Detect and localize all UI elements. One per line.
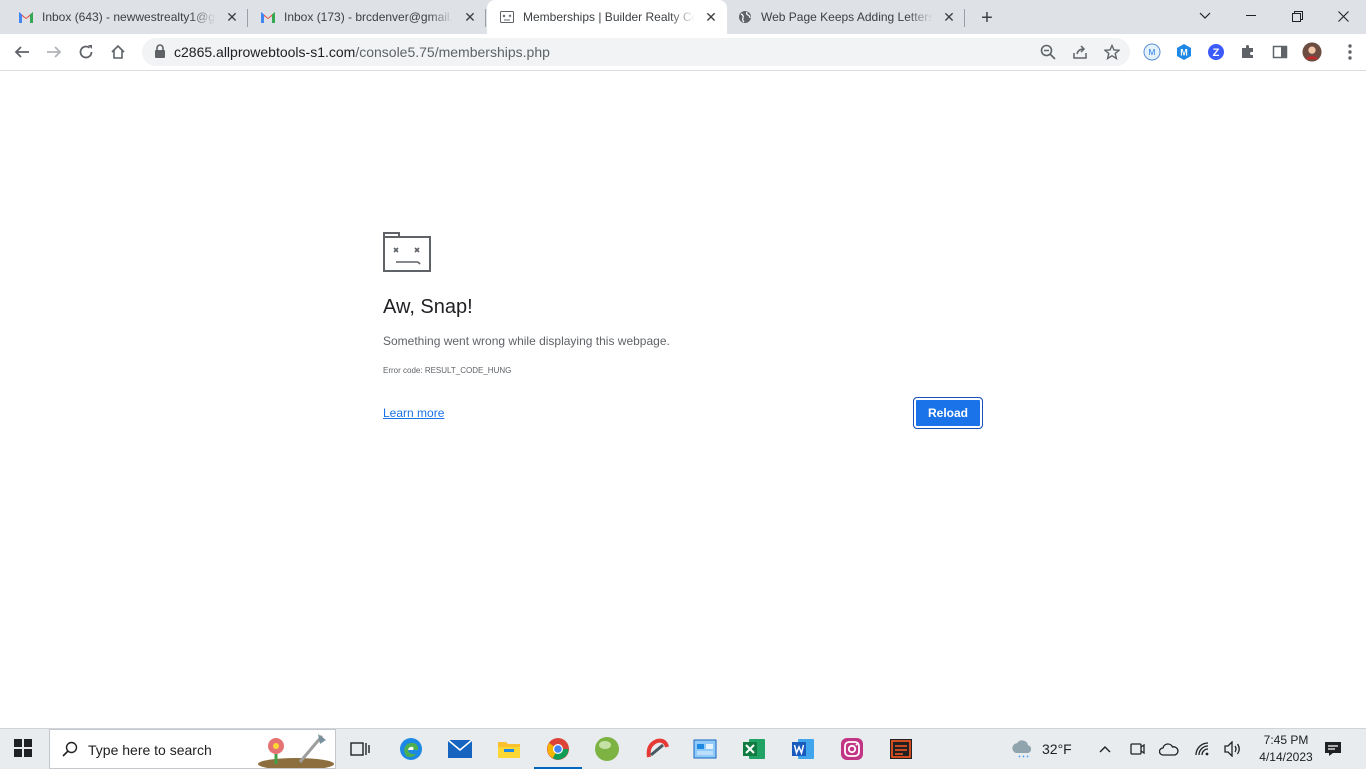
restore-button[interactable] xyxy=(1274,0,1320,32)
word-icon[interactable] xyxy=(788,734,818,764)
chevron-down-icon xyxy=(1199,12,1211,19)
tab-gmail-inbox-1[interactable]: Inbox (643) - newwestrealty1@gmail.com -… xyxy=(0,0,248,34)
address-bar[interactable]: c2865.allprowebtools-s1.com/console5.75/… xyxy=(142,38,1130,66)
tab-title: Web Page Keeps Adding Letters and Number… xyxy=(761,10,933,24)
taskbar-clock[interactable]: 7:45 PM 4/14/2023 xyxy=(1250,732,1322,766)
zoom-extension-icon[interactable]: Z xyxy=(1206,42,1226,62)
weather-temp: 32°F xyxy=(1042,741,1072,757)
url-host: c2865.allprowebtools-s1.com xyxy=(174,44,356,60)
error-code-value: RESULT_CODE_HUNG xyxy=(424,366,512,375)
meet-now-icon[interactable] xyxy=(1122,734,1152,764)
reload-page-button[interactable]: Reload xyxy=(913,397,983,429)
clock-time: 7:45 PM xyxy=(1263,733,1309,747)
tab-title: Inbox (643) - newwestrealty1@gmail.com -… xyxy=(42,10,216,24)
clock-date: 4/14/2023 xyxy=(1259,750,1313,764)
speaker-icon[interactable] xyxy=(1218,734,1248,764)
error-code-label: Error code: xyxy=(383,366,423,375)
close-icon[interactable]: ✕ xyxy=(941,9,957,25)
lock-icon[interactable] xyxy=(154,44,166,64)
globe-icon xyxy=(737,9,753,25)
task-view-icon[interactable] xyxy=(345,734,375,764)
control-panel-icon[interactable] xyxy=(690,734,720,764)
home-icon xyxy=(111,44,125,59)
restore-icon xyxy=(1291,10,1303,22)
error-code: Error code: RESULT_CODE_HUNG xyxy=(383,366,511,375)
close-icon xyxy=(1337,10,1349,22)
close-window-button[interactable] xyxy=(1320,0,1366,32)
sad-tab-icon xyxy=(499,9,515,25)
menu-icon[interactable] xyxy=(1340,42,1360,62)
excel-icon[interactable] xyxy=(739,734,769,764)
chrome-icon[interactable] xyxy=(534,734,582,769)
edge-icon[interactable] xyxy=(396,734,426,764)
notifications-icon[interactable] xyxy=(1318,734,1348,764)
gmail-icon xyxy=(18,9,34,25)
puzzle-icon[interactable] xyxy=(1238,42,1258,62)
arrow-right-icon xyxy=(47,46,62,58)
back-button[interactable] xyxy=(8,38,36,66)
search-placeholder: Type here to search xyxy=(88,742,212,758)
avatar[interactable] xyxy=(1302,42,1322,62)
tab-memberships[interactable]: Memberships | Builder Realty Council ✕ xyxy=(487,0,727,34)
error-message: Something went wrong while displaying th… xyxy=(383,334,670,348)
tab-gmail-inbox-2[interactable]: Inbox (173) - brcdenver@gmail.com - Gmai… xyxy=(248,0,486,34)
svg-text:M: M xyxy=(1149,48,1156,57)
svg-text:M: M xyxy=(1180,48,1188,58)
taskbar-search[interactable]: Type here to search xyxy=(49,729,336,770)
home-button[interactable] xyxy=(104,38,132,66)
tab-title: Inbox (173) - brcdenver@gmail.com - Gmai… xyxy=(284,10,454,24)
extension-2-icon[interactable]: M xyxy=(1174,42,1194,62)
app-red-icon[interactable] xyxy=(642,734,672,764)
arrow-left-icon xyxy=(14,46,29,58)
chevron-up-icon[interactable] xyxy=(1090,734,1120,764)
wifi-icon[interactable] xyxy=(1187,734,1217,764)
error-heading: Aw, Snap! xyxy=(383,296,473,318)
star-icon[interactable] xyxy=(1102,42,1122,62)
minimize-icon xyxy=(1246,15,1256,16)
gmail-icon xyxy=(260,9,276,25)
tab-web-page[interactable]: Web Page Keeps Adding Letters and Number… xyxy=(727,0,965,34)
close-icon[interactable]: ✕ xyxy=(703,9,719,25)
close-icon[interactable]: ✕ xyxy=(224,9,240,25)
minimize-button[interactable] xyxy=(1228,0,1274,32)
svg-text:Z: Z xyxy=(1213,47,1220,59)
url-text[interactable]: c2865.allprowebtools-s1.com/console5.75/… xyxy=(174,44,550,60)
mail-icon[interactable] xyxy=(445,734,475,764)
file-explorer-icon[interactable] xyxy=(494,734,524,764)
onedrive-icon[interactable] xyxy=(1154,734,1184,764)
instagram-icon[interactable] xyxy=(837,734,867,764)
cloud-snow-icon xyxy=(1010,739,1034,759)
url-path: /console5.75/memberships.php xyxy=(355,44,550,60)
windows-start-icon[interactable] xyxy=(14,739,32,762)
close-icon[interactable]: ✕ xyxy=(462,9,478,25)
app-orange-icon[interactable] xyxy=(886,734,916,764)
tab-title: Memberships | Builder Realty Council xyxy=(523,10,695,24)
sad-tab-icon xyxy=(383,232,431,277)
new-tab-button[interactable]: + xyxy=(976,7,998,29)
tab-search-button[interactable] xyxy=(1182,0,1228,32)
forward-button[interactable] xyxy=(40,38,68,66)
taskbar: Type here to search 32°F 7:45 PM 4/14/20… xyxy=(0,728,1366,770)
learn-more-link[interactable]: Learn more xyxy=(383,406,444,420)
weather-widget[interactable]: 32°F xyxy=(1010,729,1072,769)
refresh-icon xyxy=(79,45,93,59)
side-panel-icon[interactable] xyxy=(1270,42,1290,62)
search-highlight-icon xyxy=(256,732,334,773)
app-green-orb-icon[interactable] xyxy=(592,734,622,764)
share-icon[interactable] xyxy=(1070,42,1090,62)
search-icon xyxy=(62,741,78,762)
extension-1-icon[interactable]: M xyxy=(1142,42,1162,62)
reload-button[interactable] xyxy=(72,38,100,66)
zoom-icon[interactable] xyxy=(1038,42,1058,62)
tab-strip: Inbox (643) - newwestrealty1@gmail.com -… xyxy=(0,0,1366,34)
